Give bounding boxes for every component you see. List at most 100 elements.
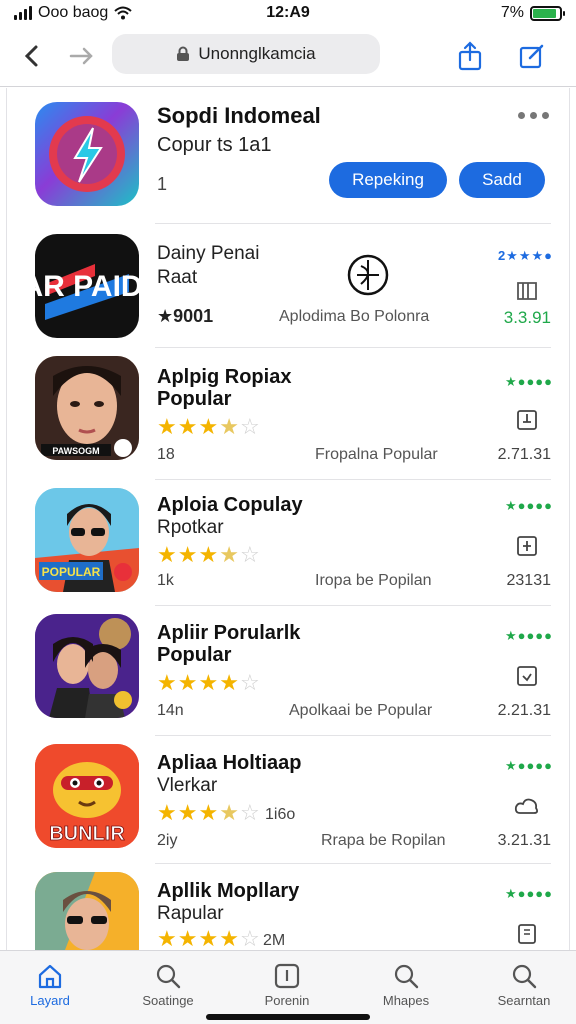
app-rating-dots: ★●●●● — [504, 498, 553, 513]
list-item[interactable]: PAWSOGM Aplpig Ropiax Popular ★★★★☆ 18 F… — [7, 348, 569, 480]
list-item[interactable]: POPULAR Aploia Copulay Rpotkar ★★★★☆ 1k … — [7, 480, 569, 606]
globe-icon — [347, 254, 389, 296]
share-icon — [458, 41, 482, 71]
more-dot — [542, 112, 549, 119]
chevron-left-icon — [24, 45, 38, 67]
star-icon: ☆ — [239, 800, 261, 825]
app-rating-dots: ★●●●● — [504, 374, 553, 389]
app-rating-dots: 2★★★● — [497, 248, 553, 263]
share-button[interactable] — [452, 38, 488, 74]
app-action-icon[interactable] — [513, 532, 541, 560]
star-icon: ★ — [198, 670, 220, 695]
cloud-icon — [514, 798, 539, 814]
app-title: Aplpig Ropiax — [157, 366, 292, 388]
back-button[interactable] — [14, 38, 50, 74]
star-icon: ★ — [157, 800, 178, 825]
app-title-line2: Popular — [157, 388, 232, 410]
star-icon: ☆ — [239, 542, 261, 567]
document-icon — [518, 924, 536, 944]
app-version: 2.21.31 — [497, 702, 551, 719]
tab-label: Porenin — [264, 993, 310, 1008]
star-icon: ★ — [157, 926, 178, 950]
app-title: Apllik Mopllary — [157, 880, 300, 902]
tab-label: Searntan — [497, 993, 551, 1008]
star-icon: ★ — [198, 542, 220, 567]
app-rating-dots: ★●●●● — [504, 628, 553, 643]
download-icon — [274, 963, 300, 989]
search-icon — [512, 964, 537, 989]
star-icon: ★ — [177, 670, 199, 695]
app-category: Aplodima Bo Polonra — [279, 308, 430, 325]
app-rating: 18 — [157, 446, 175, 463]
bottom-tab-bar: Layard Soatinge Porenin Mhapes Searntan — [0, 950, 576, 1024]
app-rating-dots: ★●●●● — [504, 758, 553, 773]
app-rating: 14n — [157, 702, 184, 719]
app-title: Apliir Porularlk — [157, 622, 301, 644]
home-icon — [38, 964, 62, 989]
app-rating: 1k — [157, 572, 174, 589]
app-title-line2: Rpotkar — [157, 517, 224, 538]
more-dot — [518, 112, 525, 119]
more-options-button[interactable] — [518, 112, 549, 119]
app-action-icon[interactable] — [513, 792, 541, 820]
app-action-icon[interactable] — [513, 920, 541, 948]
document-icon — [517, 536, 537, 556]
app-icon: AR PAID! — [35, 234, 139, 338]
featured-app-row[interactable]: Sopdi Indomeal Copur ts 1a1 1 Repeking S… — [7, 88, 569, 224]
tab-label: Layard — [30, 993, 70, 1008]
tab-layard[interactable]: Layard — [0, 959, 100, 1008]
compose-button[interactable] — [514, 38, 550, 74]
status-right: 7% — [501, 4, 565, 22]
star-icon: ★ — [219, 414, 240, 439]
app-icon — [35, 872, 139, 950]
list-item[interactable]: BUNLIR Apliaa Holtiaap Vlerkar ★★★★☆ 1i6… — [7, 736, 569, 864]
document-icon — [517, 410, 537, 430]
tab-soatinge[interactable]: Soatinge — [118, 959, 218, 1008]
app-action-icon[interactable] — [513, 662, 541, 690]
app-logo-text: PAWSOGM — [52, 446, 99, 456]
featured-app-icon — [35, 102, 139, 206]
stars-label: 2M — [263, 932, 286, 949]
compose-icon — [519, 44, 544, 69]
star-icon: ★ — [198, 926, 220, 950]
app-action-icon[interactable] — [513, 276, 541, 304]
tab-label: Soatinge — [142, 993, 194, 1008]
primary-action-button[interactable]: Repeking — [329, 162, 447, 198]
search-icon — [394, 964, 419, 989]
app-icon: PAWSOGM — [35, 356, 139, 460]
home-indicator — [206, 1014, 370, 1020]
app-title: Dainy Penai — [157, 243, 260, 264]
secondary-action-button[interactable]: Sadd — [459, 162, 545, 198]
app-icon — [35, 614, 139, 718]
document-icon — [517, 666, 537, 686]
stars-label: 1i6o — [265, 806, 296, 823]
address-bar[interactable]: Unonnglkamcia — [112, 34, 380, 74]
app-logo-text: BUNLIR — [49, 823, 125, 845]
featured-app-subtitle: Copur ts 1a1 — [157, 134, 272, 156]
forward-button[interactable] — [64, 38, 100, 74]
portrait-icon: POPULAR — [35, 488, 139, 592]
star-rating: ★★★★☆ — [157, 670, 261, 696]
featured-app-count: 1 — [157, 174, 168, 194]
app-icon: BUNLIR — [35, 744, 139, 848]
star-icon: ★ — [198, 414, 220, 439]
list-item[interactable]: Apliir Porularlk Popular ★★★★☆ 14n Apolk… — [7, 606, 569, 736]
star-icon: ★ — [177, 414, 199, 439]
app-category: Apolkaai be Popular — [289, 702, 433, 719]
app-title-line2: Vlerkar — [157, 775, 218, 796]
tab-porenin[interactable]: Porenin — [237, 959, 337, 1008]
tab-mhapes[interactable]: Mhapes — [356, 959, 456, 1008]
lightning-icon — [49, 116, 125, 192]
app-title-line2: Popular — [157, 644, 232, 666]
app-version: 2.71.31 — [497, 446, 551, 463]
tab-label: Mhapes — [382, 993, 430, 1008]
list-item[interactable]: AR PAID! Dainy Penai Raat ★9001 Aplodima… — [7, 224, 569, 348]
star-icon: ☆ — [239, 670, 261, 695]
app-logo-text: POPULAR — [42, 565, 101, 579]
tab-searntan[interactable]: Searntan — [474, 959, 574, 1008]
status-bar: Ooo baog 12:A9 7% — [0, 0, 576, 28]
app-version: 3.21.31 — [497, 832, 551, 849]
app-action-icon[interactable] — [513, 406, 541, 434]
search-icon — [156, 964, 181, 989]
list-item[interactable]: Apllik Mopllary Rapular ★★★★☆ 2M ★●●●● — [7, 864, 569, 950]
